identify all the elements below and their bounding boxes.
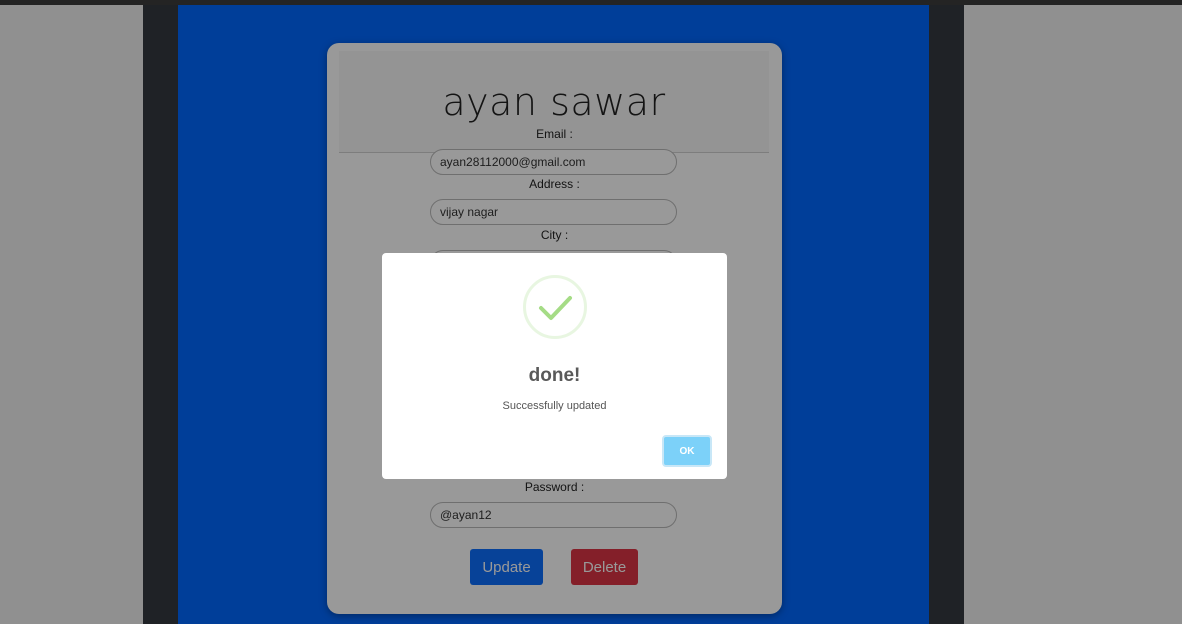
- ok-button[interactable]: OK: [662, 435, 712, 467]
- checkmark-icon: [523, 275, 587, 339]
- dialog-title: done!: [528, 365, 581, 386]
- dialog-message: Successfully updated: [502, 400, 607, 412]
- success-dialog: done! Successfully updated OK: [382, 253, 727, 479]
